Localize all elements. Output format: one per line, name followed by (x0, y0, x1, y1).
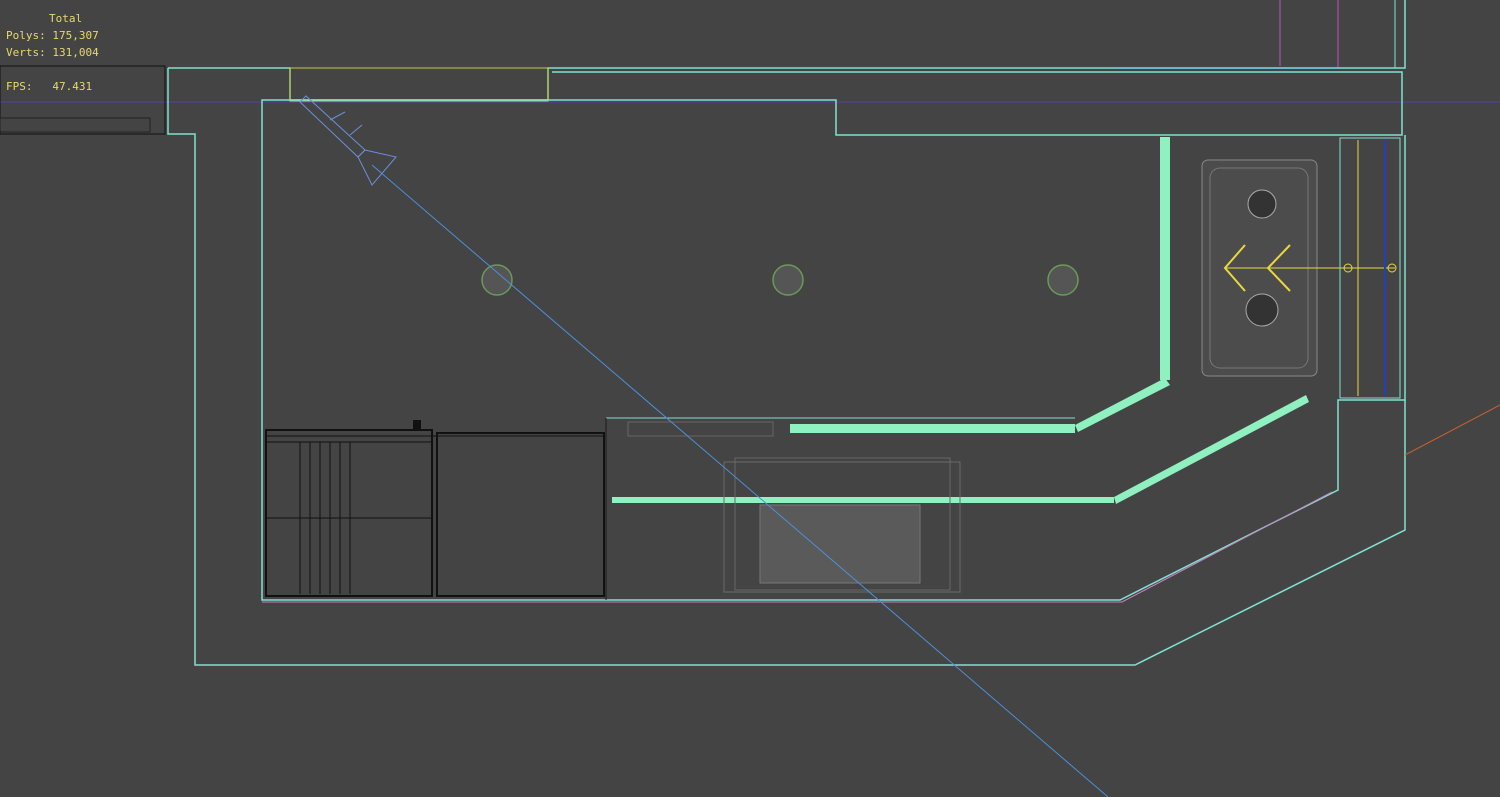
wall-outline-top (168, 0, 1406, 101)
oven-appliance (265, 429, 433, 597)
polys-value: 175,307 (52, 29, 99, 42)
polys-row: Polys: 175,307 (6, 27, 99, 44)
counter-front (612, 497, 1114, 503)
hood (627, 421, 774, 437)
camera-target-line (371, 164, 1109, 797)
fps-label: FPS: (6, 80, 33, 93)
stats-header: Total (49, 12, 83, 25)
fps-row: FPS: 47.431 (6, 78, 99, 95)
window (289, 67, 549, 102)
light-1 (481, 264, 513, 296)
scene-wireframe[interactable] (0, 0, 1500, 797)
verts-row: Verts: 131,004 (6, 44, 99, 61)
verts-label: Verts: (6, 46, 46, 59)
verts-value: 131,004 (52, 46, 99, 59)
counter-edge (1160, 137, 1170, 380)
viewport-top[interactable]: Total Polys: 175,307 Verts: 131,004 FPS: 4… (0, 0, 1500, 797)
fps-value: 47.431 (52, 80, 93, 93)
polys-label: Polys: (6, 29, 46, 42)
stove-grate (759, 504, 921, 584)
light-3 (1047, 264, 1079, 296)
left-detail (0, 117, 151, 133)
camera-icon (299, 95, 397, 186)
light-2 (772, 264, 804, 296)
viewport-statistics: Total Polys: 175,307 Verts: 131,004 FPS: 4… (6, 10, 99, 95)
cabinet (436, 432, 605, 597)
axis-line (1404, 404, 1500, 456)
